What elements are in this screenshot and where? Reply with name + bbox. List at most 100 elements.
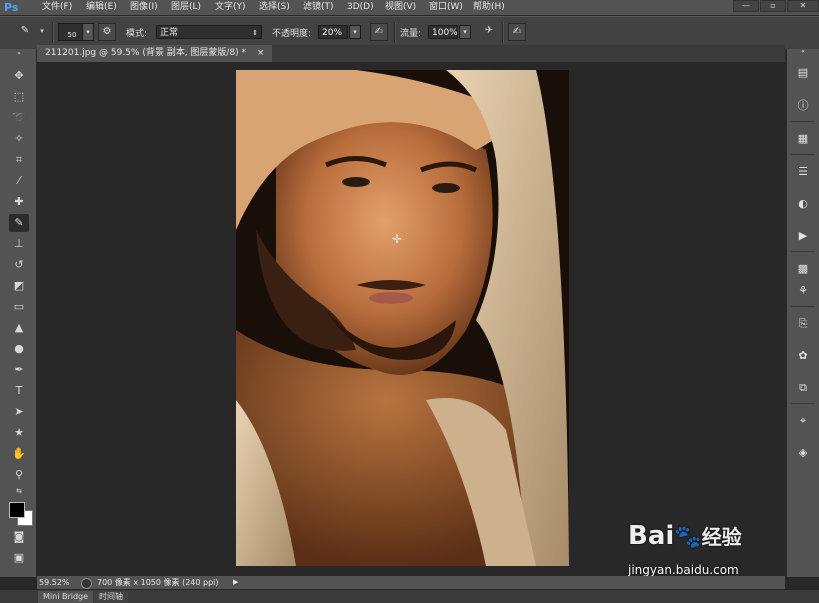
clone-source-panel-icon[interactable]: ⎘: [793, 315, 813, 333]
move-tool-icon[interactable]: ✥: [9, 67, 29, 85]
swap-colors-icon[interactable]: ⇆: [9, 486, 29, 496]
tab-timeline[interactable]: 时间轴: [94, 591, 128, 603]
channels-panel-icon[interactable]: ⧉: [793, 379, 813, 397]
blur-tool-icon[interactable]: ▲: [9, 319, 29, 337]
menu-select[interactable]: 选择(S): [259, 0, 290, 15]
opacity-slider-dropdown[interactable]: ▾: [349, 25, 361, 39]
dodge-tool-icon[interactable]: ●: [9, 340, 29, 358]
opacity-label: 不透明度:: [272, 29, 312, 39]
divider: [394, 23, 396, 43]
menu-edit[interactable]: 编辑(E): [86, 0, 117, 15]
document-tab[interactable]: 211201.jpg @ 59.5% (背景 副本, 图层蒙版/8) * ×: [37, 45, 273, 62]
opacity-input[interactable]: 20%: [318, 25, 348, 39]
chevron-updown-icon: ⇕: [252, 29, 258, 37]
clone-stamp-tool-icon[interactable]: ⊥: [9, 235, 29, 253]
magic-wand-tool-icon[interactable]: ✧: [9, 130, 29, 148]
flow-input[interactable]: 100%: [428, 25, 458, 39]
crosshair-cursor-icon: ✛: [392, 232, 403, 246]
menu-image[interactable]: 图像(I): [130, 0, 158, 15]
menu-window[interactable]: 窗口(W): [429, 0, 463, 15]
pressure-size-icon[interactable]: ✍: [508, 23, 526, 41]
tools-panel: » ✥ ⬚ ➰ ✧ ⌗ ⁄ ✚ ✎ ⊥ ↺ ◩ ▭ ▲ ● ✒ T ➤ ★ ✋ …: [0, 49, 37, 577]
brush-panel-toggle-icon[interactable]: ⚙: [98, 23, 116, 41]
document-tabstrip: 211201.jpg @ 59.5% (背景 副本, 图层蒙版/8) * ×: [37, 45, 785, 62]
menu-3d[interactable]: 3D(D): [347, 0, 374, 15]
watermark-brand-bai: Bai: [628, 521, 675, 551]
adjustments-panel-icon[interactable]: ☰: [793, 163, 813, 181]
flow-slider-dropdown[interactable]: ▾: [459, 25, 471, 39]
divider: [791, 154, 815, 155]
status-menu-arrow-icon[interactable]: ▶: [233, 576, 238, 589]
document-info: 700 像素 x 1050 像素 (240 ppi): [97, 578, 219, 587]
actions-panel-icon[interactable]: ▶: [793, 227, 813, 245]
brush-picker-dropdown[interactable]: ▾: [82, 23, 94, 41]
brush-panel-icon[interactable]: ⚘: [793, 282, 813, 300]
menu-help[interactable]: 帮助(H): [473, 0, 505, 15]
history-panel-icon[interactable]: ▤: [793, 64, 813, 82]
marquee-tool-icon[interactable]: ⬚: [9, 88, 29, 106]
flow-value: 100%: [432, 28, 458, 38]
hand-tool-icon[interactable]: ✋: [9, 445, 29, 463]
divider: [502, 23, 504, 43]
watermark-url: jingyan.baidu.com: [628, 563, 739, 577]
menu-type[interactable]: 文字(Y): [215, 0, 246, 15]
flow-label: 流量:: [400, 29, 422, 39]
photoshop-logo: Ps: [4, 1, 19, 14]
status-bar: 59.52% 700 像素 x 1050 像素 (240 ppi) ▶: [37, 576, 785, 589]
portrait-photo: [236, 70, 569, 566]
properties-panel-icon[interactable]: ▦: [793, 130, 813, 148]
type-tool-icon[interactable]: T: [9, 382, 29, 400]
zoom-level[interactable]: 59.52%: [39, 576, 70, 589]
divider: [791, 121, 815, 122]
watermark-brand-jingyan: 经验: [701, 525, 742, 549]
document-tab-title: 211201.jpg @ 59.5% (背景 副本, 图层蒙版/8) *: [45, 48, 247, 58]
mode-value: 正常: [160, 28, 179, 38]
panel-expand-icon[interactable]: «: [793, 49, 813, 55]
brush-tool-icon[interactable]: ✎: [9, 214, 29, 232]
quick-mask-icon[interactable]: ◙: [9, 528, 29, 546]
path-selection-tool-icon[interactable]: ➤: [9, 403, 29, 421]
shape-tool-icon[interactable]: ★: [9, 424, 29, 442]
lasso-tool-icon[interactable]: ➰: [9, 109, 29, 127]
divider: [791, 403, 815, 404]
chevron-down-icon[interactable]: ▾: [36, 25, 48, 39]
brush-tool-preset-icon[interactable]: ✎: [16, 23, 34, 41]
close-tab-icon[interactable]: ×: [257, 48, 265, 58]
panel-collapse-icon[interactable]: »: [9, 51, 29, 57]
zoom-tool-icon[interactable]: ⚲: [9, 466, 29, 484]
brush-size-value: 50: [67, 31, 77, 39]
healing-brush-tool-icon[interactable]: ✚: [9, 193, 29, 211]
layers-panel-icon[interactable]: ◈: [793, 444, 813, 462]
menu-file[interactable]: 文件(F): [42, 0, 72, 15]
menu-filter[interactable]: 滤镜(T): [303, 0, 334, 15]
paw-icon: 🐾: [674, 525, 702, 550]
history-brush-tool-icon[interactable]: ↺: [9, 256, 29, 274]
menu-layer[interactable]: 图层(L): [171, 0, 201, 15]
airbrush-icon[interactable]: ✈: [480, 23, 498, 41]
paths-panel-icon[interactable]: ⌖: [793, 412, 813, 430]
gradient-tool-icon[interactable]: ▭: [9, 298, 29, 316]
styles-panel-icon[interactable]: ✿: [793, 347, 813, 365]
proof-icon[interactable]: [81, 578, 92, 589]
foreground-color-front: [9, 502, 25, 518]
close-window-button[interactable]: ✕: [787, 0, 819, 12]
opacity-value: 20%: [322, 28, 343, 38]
menu-view[interactable]: 视图(V): [385, 0, 416, 15]
info-panel-icon[interactable]: ⓘ: [793, 97, 813, 115]
divider: [791, 306, 815, 307]
mode-select[interactable]: 正常 ⇕: [156, 25, 262, 39]
color-panel-icon[interactable]: ◐: [793, 195, 813, 213]
menu-bar: Ps 文件(F) 编辑(E) 图像(I) 图层(L) 文字(Y) 选择(S) 滤…: [0, 0, 819, 15]
right-panel-dock: « ▤ ⓘ ▦ ☰ ◐ ▶ ▩ ⚘ ⎘ ✿ ⧉ ⌖ ◈: [786, 49, 819, 577]
eyedropper-tool-icon[interactable]: ⁄: [9, 172, 29, 190]
document-image[interactable]: ✛: [236, 70, 569, 566]
pen-tool-icon[interactable]: ✒: [9, 361, 29, 379]
minimize-button[interactable]: —: [733, 0, 759, 12]
swatches-panel-icon[interactable]: ▩: [793, 260, 813, 278]
maximize-button[interactable]: ▫: [760, 0, 786, 12]
screen-mode-icon[interactable]: ▣: [9, 549, 29, 567]
crop-tool-icon[interactable]: ⌗: [9, 151, 29, 169]
tab-mini-bridge[interactable]: Mini Bridge: [38, 591, 94, 603]
eraser-tool-icon[interactable]: ◩: [9, 277, 29, 295]
pressure-opacity-icon[interactable]: ✍: [370, 23, 388, 41]
